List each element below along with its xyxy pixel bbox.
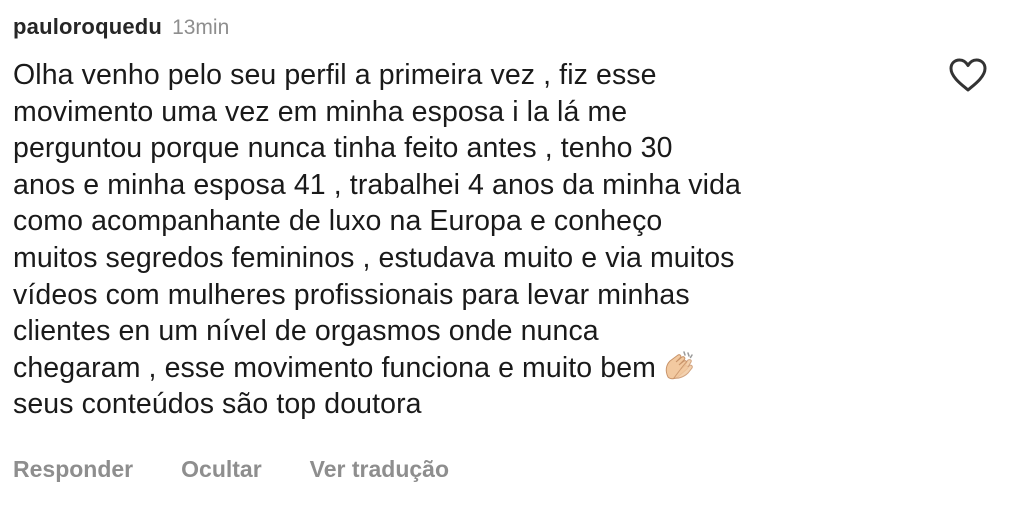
reply-button[interactable]: Responder [13, 456, 133, 483]
comment: pauloroquedu 13min Olha venho pelo seu p… [13, 14, 933, 423]
comment-actions: Responder Ocultar Ver tradução [13, 456, 449, 483]
comment-line: clientes en um nível de orgasmos onde nu… [13, 315, 599, 348]
see-translation-button[interactable]: Ver tradução [310, 456, 449, 483]
comment-line: movimento uma vez em minha esposa i la l… [13, 95, 628, 128]
comment-line: muitos segredos femininos , estudava mui… [13, 241, 735, 274]
comment-line: perguntou porque nunca tinha feito antes… [13, 132, 673, 165]
comment-text: Olha venho pelo seu perfil a primeira ve… [13, 57, 933, 423]
comment-header: pauloroquedu 13min [13, 14, 933, 44]
comment-line: seus conteúdos são top doutora [13, 388, 422, 421]
comment-line: Olha venho pelo seu perfil a primeira ve… [13, 59, 657, 91]
heart-icon[interactable] [948, 57, 988, 93]
comment-line: chegaram , esse movimento funciona e mui… [13, 351, 656, 384]
comment-line: anos e minha esposa 41 , trabalhei 4 ano… [13, 168, 741, 201]
comment-line: vídeos com mulheres profissionais para l… [13, 278, 690, 311]
comment-line-with-emoji: chegaram , esse movimento funciona e mui… [13, 350, 933, 387]
comment-username[interactable]: pauloroquedu [13, 14, 162, 40]
clapping-hands-emoji [665, 351, 693, 379]
comment-line: como acompanhante de luxo na Europa e co… [13, 205, 663, 238]
comment-timestamp: 13min [172, 16, 230, 39]
hide-button[interactable]: Ocultar [181, 456, 262, 483]
